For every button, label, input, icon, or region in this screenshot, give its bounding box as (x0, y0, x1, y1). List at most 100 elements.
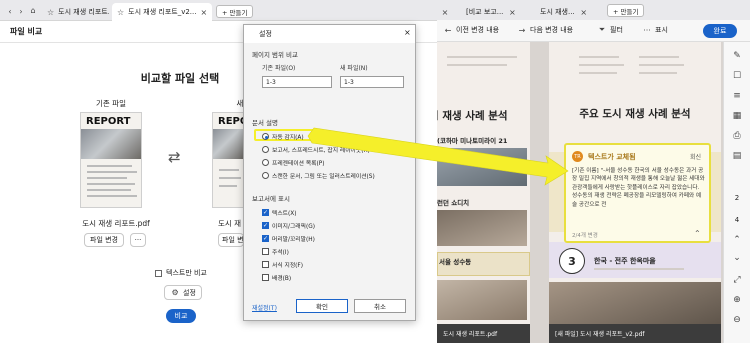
thumbnail-image (81, 129, 141, 159)
new-tab-button[interactable]: + 만들기 (607, 4, 645, 17)
home-icon[interactable]: ⌂ (28, 5, 38, 15)
checkbox-icon: ✓ (262, 222, 269, 229)
text-only-checkbox[interactable] (155, 269, 162, 277)
right-sidebar: ✎ ☐ ≡ ▦ ⎙ ▤ 2 4 ⌃ ⌄ ⤢ ⊕ ⊖ (723, 42, 750, 343)
chevron-up-icon[interactable]: ⌃ (694, 229, 701, 238)
checkbox-icon: ✓ (262, 235, 269, 242)
arrow-left-icon: ← (444, 25, 452, 35)
ok-button[interactable]: 확인 (296, 299, 348, 313)
section-number-badge: 3 (559, 248, 585, 274)
comment-icon[interactable]: ✎ (731, 50, 743, 62)
close-icon[interactable]: × (440, 7, 450, 17)
tab-v2[interactable]: ☆ 도시 재생 리포트_v2... × (112, 3, 212, 21)
checkbox-background[interactable]: 배경(B) (262, 273, 291, 282)
radio-presentation[interactable]: 프레젠테이션 목록(P) (262, 158, 325, 167)
tab-compare-report[interactable]: [비교 보고... × (461, 3, 531, 21)
radio-label: 스캔한 문서, 그림 또는 일러스트레이션(S) (272, 174, 375, 180)
radio-scanned[interactable]: 스캔한 문서, 그림 또는 일러스트레이션(S) (262, 171, 375, 180)
settings-dialog: 설정 × 페이지 범위 비교 기존 파일(O) 1-3 새 파일(N) 1-3 … (243, 24, 416, 321)
checkbox-label: 배경(B) (272, 276, 292, 282)
new-file-thumbnail[interactable]: REPORT (212, 112, 244, 208)
thumbnail-line (87, 177, 127, 179)
more-options-button[interactable]: ··· (130, 233, 146, 247)
checkbox-icon (262, 261, 269, 268)
original-file-thumbnail[interactable]: REPORT (80, 112, 142, 208)
back-icon[interactable]: ‹ (5, 6, 15, 16)
forward-icon[interactable]: › (16, 6, 26, 16)
zoom-out-icon[interactable]: ⊖ (731, 314, 743, 326)
filter-label: 필터 (610, 26, 623, 34)
current-page-number[interactable]: 2 (729, 194, 745, 202)
prev-change-label: 이전 변경 내용 (456, 26, 500, 34)
change-comment-popup[interactable]: TR 텍스트가 교체됨 회신 [기존 이름] "-서울 성수동 한국의 서울 성… (564, 143, 711, 243)
reply-button[interactable]: 회신 (690, 152, 701, 161)
prev-change-button[interactable]: ← 이전 변경 내용 (443, 25, 499, 35)
tab-urban-regen[interactable]: 도시 재생... × (535, 3, 603, 21)
orig-pages-input[interactable]: 1-3 (262, 76, 332, 88)
checkbox-text[interactable]: ✓ 텍스트(X) (262, 208, 297, 217)
checkbox-header-footer[interactable]: ✓ 머리말/꼬리말(H) (262, 234, 315, 243)
text-line (579, 56, 619, 58)
bookmark-icon[interactable]: ☐ (731, 70, 743, 82)
star-icon: ☆ (117, 7, 125, 17)
report-section: 보고서에 표시 (252, 195, 290, 203)
original-page-footer: 도시 재생 리포트.pdf (437, 324, 530, 343)
checkbox-label: 서식 지정(F) (272, 263, 304, 269)
close-icon[interactable]: × (200, 7, 207, 17)
done-button[interactable]: 완료 (703, 24, 737, 38)
change-original-file-button[interactable]: 파일 변경 (84, 233, 124, 247)
checkbox-label: 머리말/꼬리말(H) (272, 237, 315, 243)
zoom-in-icon[interactable]: ⊕ (731, 294, 743, 306)
grid-icon[interactable]: ▦ (731, 110, 743, 122)
tab-original[interactable]: ☆ 도시 재생 리포트... (42, 3, 109, 21)
change-counter: 2/4개 변경 (572, 233, 598, 239)
checkbox-icon (262, 248, 269, 255)
filter-icon: ⏷ (598, 25, 606, 34)
new-pages-input[interactable]: 1-3 (340, 76, 404, 88)
calendar-icon[interactable]: ▤ (731, 150, 743, 162)
close-icon[interactable]: × (404, 28, 411, 37)
close-icon[interactable]: × (507, 7, 517, 17)
close-icon[interactable]: × (579, 7, 589, 17)
layers-icon[interactable]: ≡ (731, 90, 743, 102)
next-change-button[interactable]: → 다음 변경 내용 (517, 25, 573, 35)
filter-button[interactable]: ⏷ 필터 (597, 25, 623, 35)
fit-page-icon[interactable]: ⤢ (731, 274, 743, 286)
popup-body: [기존 이름] "-서울 성수동 한국의 서울 성수동은 과거 공장 밀집 지역… (572, 168, 705, 208)
settings-button[interactable]: ⚙ 설정 (164, 285, 202, 300)
dialog-title: 설정 (244, 25, 415, 43)
tab-label: 도시 재생 리포트_v2... (128, 8, 197, 16)
new-page-footer: [새 파일] 도시 재생 리포트_v2.pdf (549, 324, 721, 343)
tab-bar: × [비교 보고... × 도시 재생... × + 만들기 (437, 0, 750, 20)
text-line (639, 72, 677, 74)
print-icon[interactable]: ⎙ (731, 130, 743, 142)
thumbnail-line (87, 165, 132, 167)
reset-link[interactable]: 재설정(T) (252, 303, 277, 312)
checkbox-annotations[interactable]: 주석(I) (262, 247, 289, 256)
chevron-up-icon[interactable]: ⌃ (731, 234, 743, 246)
cancel-button[interactable]: 취소 (354, 299, 406, 313)
next-change-label: 다음 변경 내용 (530, 26, 574, 34)
checkbox-images[interactable]: ✓ 이미지/그래픽(G) (262, 221, 315, 230)
popup-title: 텍스트가 교체됨 (588, 153, 636, 161)
case-image (437, 280, 527, 320)
gear-icon: ⚙ (171, 288, 179, 297)
radio-icon (262, 172, 269, 179)
checkbox-formatting[interactable]: 서식 지정(F) (262, 260, 303, 269)
radio-label: 프레젠테이션 목록(P) (272, 161, 325, 167)
radio-auto-detect[interactable]: 자동 감지(A) (262, 132, 304, 141)
new-tab-button[interactable]: + 만들기 (216, 5, 254, 18)
checkbox-label: 주석(I) (272, 250, 289, 256)
tab-partial[interactable]: × (440, 3, 458, 21)
show-button[interactable]: ··· 표시 (642, 25, 668, 35)
text-only-option[interactable]: 텍스트만 비교 (155, 268, 207, 278)
tab-label: 도시 재생 리포트... (58, 8, 109, 16)
compare-button[interactable]: 비교 (166, 309, 196, 323)
settings-label: 설정 (183, 288, 196, 297)
show-label: 표시 (655, 26, 668, 34)
swap-files-icon[interactable]: ⇄ (168, 148, 181, 166)
chevron-down-icon[interactable]: ⌄ (731, 252, 743, 264)
text-line (639, 64, 684, 66)
change-new-file-button[interactable]: 파일 변경 (218, 233, 244, 247)
radio-report[interactable]: 보고서, 스프레드시트, 잡지 레이아웃(R) (262, 145, 370, 154)
